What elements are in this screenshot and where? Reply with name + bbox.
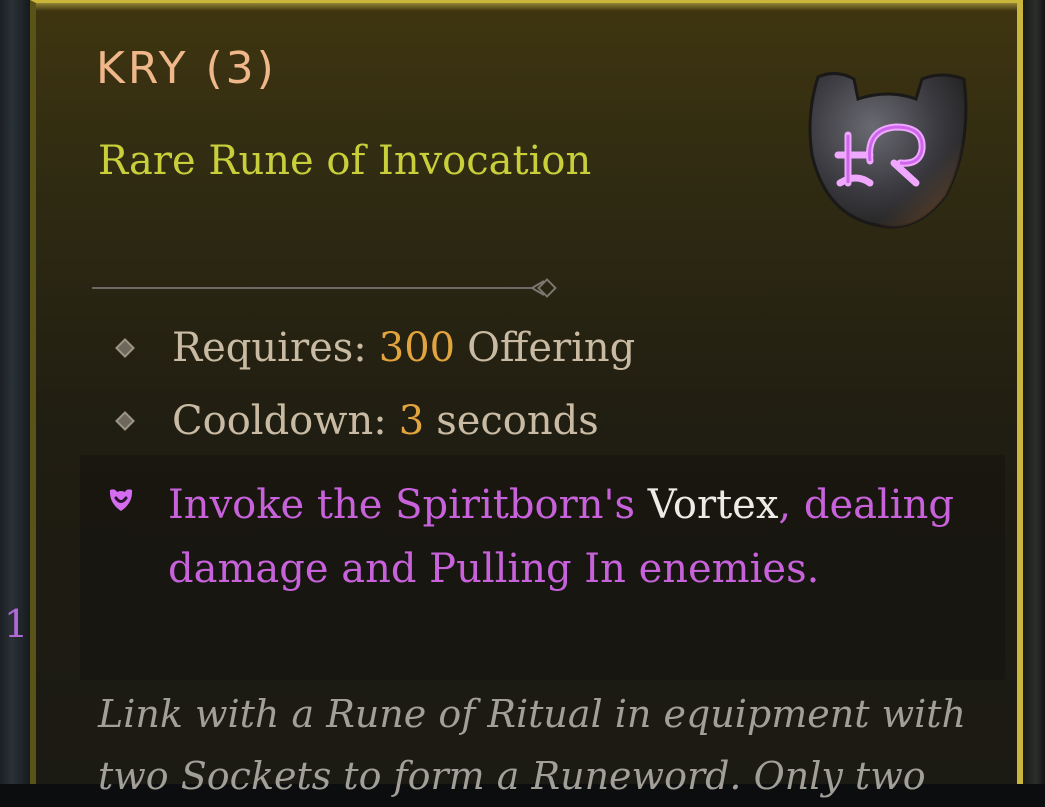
effect-text: Invoke the Spiritborn's Vortex, dealing … <box>168 473 988 601</box>
item-title: KRY (3) <box>96 43 277 94</box>
rune-kry-icon <box>808 72 968 229</box>
requires-line: Requires: 300 Offering <box>106 325 635 371</box>
invocation-shield-icon <box>109 489 133 511</box>
edge-glyph: 1 <box>4 602 29 646</box>
requires-unit: Offering <box>467 325 636 371</box>
cooldown-unit: seconds <box>436 398 599 444</box>
flavor-text: Link with a Rune of Ritual in equipment … <box>98 692 966 798</box>
right-background-strip <box>1023 0 1045 784</box>
diamond-bullet-icon <box>115 411 135 431</box>
cooldown-line: Cooldown: 3 seconds <box>106 398 599 444</box>
cooldown-value: 3 <box>398 398 425 444</box>
left-background-strip: 1 <box>0 0 30 784</box>
vortex-skill-name: Vortex <box>647 482 779 528</box>
cooldown-label: Cooldown: <box>172 398 387 444</box>
effect-text-pre: Invoke the Spiritborn's <box>168 482 648 528</box>
diamond-bullet-icon <box>115 338 135 358</box>
requires-value: 300 <box>378 325 456 371</box>
section-divider <box>92 278 557 298</box>
item-subtitle: Rare Rune of Invocation <box>98 138 592 184</box>
requires-label: Requires: <box>172 325 367 371</box>
item-tooltip: KRY (3) Rare Rune of Invocation Requires… <box>30 0 1023 798</box>
